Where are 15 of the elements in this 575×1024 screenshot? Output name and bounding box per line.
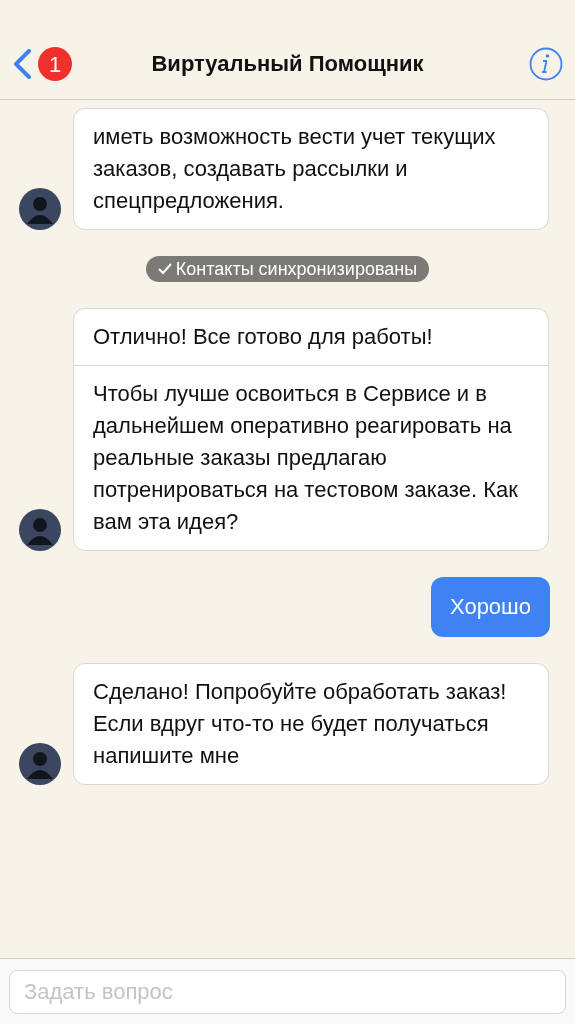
back-icon[interactable] [12,49,32,79]
user-message: Хорошо [430,577,550,637]
message-text: Чтобы лучше освоиться в Сервисе и в дальнейшем оперативно реагировать на реальные заказы предлагаю потренироваться на тестовом заказе. Как вам эта идея? [74,365,548,550]
message-text: иметь возможность вести учет текущих заказов, создавать рассылки и спецпредложения. [92,123,497,215]
notice-text: Контакты синхронизированы [175,257,418,281]
info-icon[interactable] [529,47,563,81]
avatar-icon [19,509,61,551]
avatar-icon [19,743,61,785]
message-text: Отлично! Все готово для работы! [92,323,434,351]
message-text: Сделано! Попробуйте обработать заказ! Если вдруг что-то не будет получаться напишите мне [92,678,508,770]
unread-badge: 1 [38,47,72,81]
question-input[interactable]: Задать вопрос [9,970,566,1014]
window-title: Виртуальный Помощник [150,50,425,78]
check-icon [157,263,172,275]
avatar-icon [19,188,61,230]
